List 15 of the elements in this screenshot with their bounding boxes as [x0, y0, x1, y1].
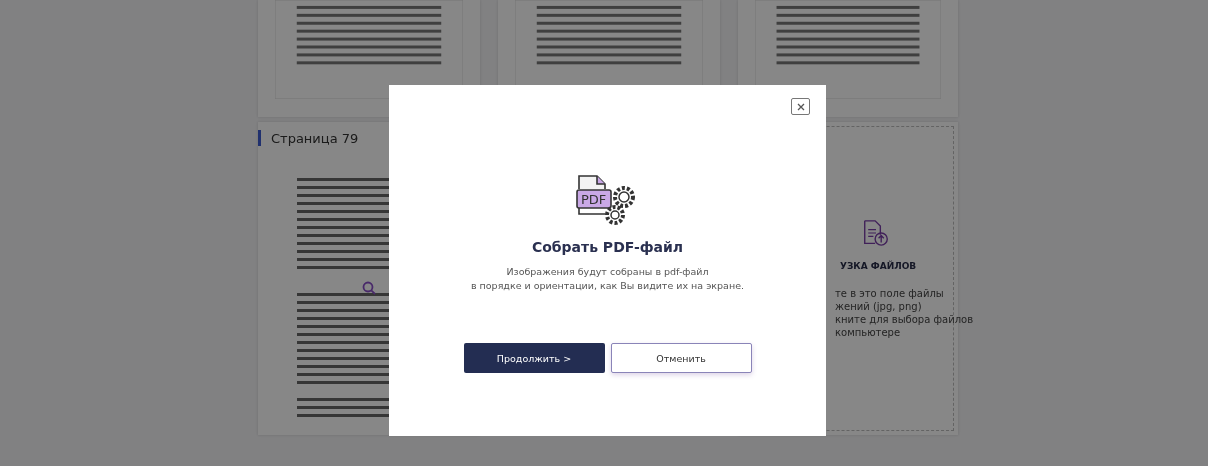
upload-hint: те в это поле файлы — [835, 286, 945, 300]
file-upload-icon — [863, 218, 889, 247]
close-icon — [795, 101, 806, 112]
page-title: Страница 79 — [271, 130, 359, 146]
upload-hint: кните для выбора файлов — [835, 312, 974, 326]
upload-title: УЗКА ФАЙЛОВ — [840, 260, 917, 271]
dialog-description: Изображения будут собраны в pdf-файл — [506, 265, 709, 279]
dialog-description: в порядке и ориентации, как Вы видите их на экране. — [470, 279, 745, 293]
upload-hint: компьютере — [835, 325, 902, 339]
zoom-icon[interactable] — [361, 280, 377, 296]
dialog-title: Собрать PDF-файл — [531, 239, 684, 255]
upload-hint: жений (jpg, png) — [835, 299, 923, 313]
continue-button[interactable]: Продолжить > — [463, 343, 605, 373]
cancel-button[interactable]: Отменить — [610, 343, 752, 373]
close-button[interactable] — [791, 98, 810, 115]
